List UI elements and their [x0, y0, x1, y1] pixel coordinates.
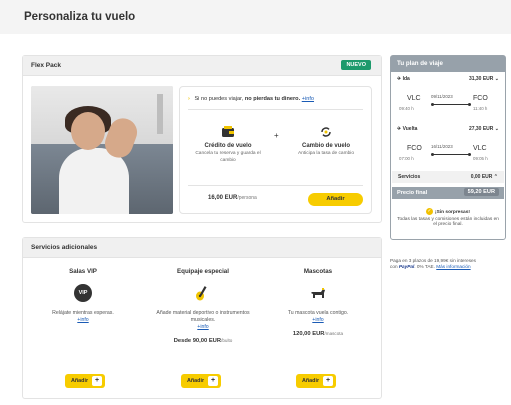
chevron-down-icon: ⌄	[494, 126, 499, 132]
trip-plan-panel: Tu plan de viaje ✈ Ida 31,30 EUR ⌄ VLC 0…	[390, 55, 506, 240]
no-surprises-note: ✓ ¡Sin sorpresas! Todas las tasas y comis…	[397, 208, 499, 227]
more-info-link[interactable]: +info	[312, 317, 323, 323]
promo-text: › Si no puedes viajar, no pierdas tu din…	[188, 96, 315, 102]
add-pet-button[interactable]: Añadir +	[296, 374, 336, 388]
plane-icon: ✈	[397, 76, 402, 82]
trip-plan-header: Tu plan de viaje	[391, 56, 505, 72]
flex-pack-card: Flex Pack NUEVO › Si no puedes viajar, n…	[22, 55, 382, 223]
outbound-leg: VLC 09:40 h 09/11/2023 FCO 11:40 h	[399, 94, 488, 111]
plane-icon: ✈	[397, 126, 402, 132]
more-info-link[interactable]: +info	[77, 317, 88, 323]
check-circle-icon: ✓	[426, 208, 434, 215]
more-info-link[interactable]: Más información	[436, 264, 470, 269]
header-bar: Personaliza tu vuelo	[0, 0, 511, 34]
chevron-down-icon: ⌄	[494, 76, 499, 82]
guitar-icon	[194, 284, 212, 302]
plus-icon: +	[323, 376, 333, 386]
vip-icon: VIP	[74, 284, 92, 302]
plus-icon: +	[92, 376, 102, 386]
return-row[interactable]: ✈ Vuelta 27,30 EUR ⌄	[393, 126, 503, 136]
paypal-logo: PayPal	[398, 264, 415, 269]
feature-flight-credit: Crédito de vuelo Cancela tu reserva y gu…	[188, 125, 268, 164]
more-info-link[interactable]: +info	[302, 96, 314, 102]
services-row[interactable]: Servicios 0,00 EUR ⌃	[392, 171, 504, 183]
dog-icon	[309, 284, 327, 302]
service-pets: Mascotas Tu mascota vuela contigo. +info …	[287, 268, 349, 337]
exchange-icon	[319, 125, 333, 139]
divider	[188, 185, 363, 186]
add-luggage-button[interactable]: Añadir +	[181, 374, 221, 388]
page-title: Personaliza tu vuelo	[24, 11, 136, 23]
wallet-icon	[221, 125, 235, 139]
feature-flight-change: Cambio de vuelo Anticipa la tasa de camb…	[286, 125, 366, 158]
paypal-installments-note: Paga en 3 plazos de 19,99€ sin intereses…	[390, 258, 476, 269]
plus-sign: +	[274, 131, 279, 140]
outbound-row[interactable]: ✈ Ida 31,30 EUR ⌄	[393, 76, 503, 86]
add-flex-pack-button[interactable]: Añadir	[308, 193, 363, 206]
more-info-link[interactable]: +info	[197, 324, 208, 330]
divider	[188, 109, 363, 110]
additional-services-card: Servicios adicionales Salas VIP VIP Relá…	[22, 237, 382, 399]
final-price-row: Precio final 59,20 EUR	[392, 187, 504, 199]
flex-pack-offer: › Si no puedes viajar, no pierdas tu din…	[179, 86, 372, 214]
relaxing-woman-photo	[31, 86, 173, 214]
flex-pack-header: Flex Pack	[23, 56, 381, 76]
service-vip-lounge: Salas VIP VIP Relájate mientras esperas.…	[52, 268, 114, 323]
new-badge: NUEVO	[341, 60, 371, 70]
services-header: Servicios adicionales	[23, 238, 381, 258]
service-special-luggage: Equipaje especial Añade material deporti…	[156, 268, 250, 344]
add-vip-button[interactable]: Añadir +	[65, 374, 105, 388]
chevron-right-icon: ›	[188, 96, 190, 102]
plus-icon: +	[208, 376, 218, 386]
flex-pack-price: 16,00 EUR/persona	[208, 195, 257, 201]
return-leg: FCO 07:00 h 16/11/2023 VLC 09:05 h	[399, 144, 488, 161]
final-price: 59,20 EUR	[463, 188, 499, 196]
chevron-up-icon: ⌃	[493, 174, 498, 180]
